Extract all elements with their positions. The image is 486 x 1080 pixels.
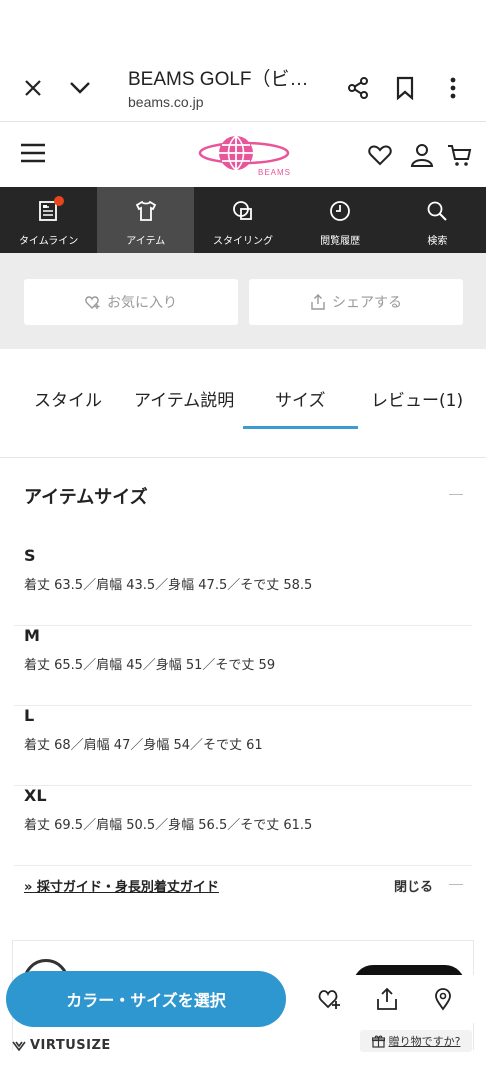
size-row: XL 着丈 69.5／肩幅 50.5／身幅 56.5／そで丈 61.5	[0, 786, 486, 866]
action-band: お気に入り シェアする	[0, 253, 486, 349]
beams-logo[interactable]: BEAMS	[198, 132, 290, 178]
gift-option-button[interactable]: 贈り物ですか?	[360, 1030, 472, 1052]
favorite-label: お気に入り	[107, 295, 177, 311]
page-url[interactable]: beams.co.jp	[128, 94, 203, 110]
share-label: シェアする	[332, 295, 402, 311]
virtusize-logo: VIRTUSIZE	[12, 1038, 111, 1053]
tab-review[interactable]: レビュー(1)	[371, 386, 463, 411]
select-color-size-button[interactable]: カラー・サイズを選択	[6, 971, 286, 1027]
size-row: L 着丈 68／肩幅 47／身幅 54／そで丈 61	[0, 706, 486, 786]
nav-item-items[interactable]: アイテム	[97, 187, 195, 253]
user-icon[interactable]	[409, 142, 435, 168]
size-measurements: 着丈 63.5／肩幅 43.5／身幅 47.5／そで丈 58.5	[24, 578, 313, 593]
size-name: L	[24, 706, 35, 725]
heart-icon[interactable]	[367, 142, 393, 168]
size-row: M 着丈 65.5／肩幅 45／身幅 51／そで丈 59	[0, 626, 486, 706]
nav-label: タイムライン	[18, 236, 79, 247]
size-name: S	[24, 546, 36, 565]
nav-item-styling[interactable]: スタイリング	[194, 187, 291, 253]
nav-label: 閲覧履歴	[320, 236, 361, 247]
divider	[14, 865, 472, 866]
bottom-action-icons	[300, 975, 486, 1023]
site-header: BEAMS	[0, 122, 486, 187]
close-section-button[interactable]: 閉じる	[394, 876, 433, 895]
styling-icon	[233, 201, 252, 220]
hamburger-menu-icon[interactable]	[20, 142, 46, 164]
collapse-icon[interactable]	[449, 884, 463, 885]
browser-toolbar: BEAMS GOLF（ビ… beams.co.jp	[0, 0, 486, 122]
active-tab-indicator	[243, 426, 358, 429]
nav-label: スタイリング	[212, 236, 273, 247]
shirt-icon	[135, 200, 156, 221]
nav-item-timeline[interactable]: タイムライン	[0, 187, 97, 253]
tab-style[interactable]: スタイル	[34, 386, 102, 411]
chevron-down-icon[interactable]	[62, 70, 98, 106]
page-title: BEAMS GOLF（ビ…	[128, 69, 309, 90]
heart-plus-icon	[85, 296, 100, 309]
size-row: S 着丈 63.5／肩幅 43.5／身幅 47.5／そで丈 58.5	[0, 546, 486, 626]
logo-text: BEAMS	[258, 168, 290, 177]
size-name: M	[24, 626, 40, 645]
collapse-icon[interactable]	[449, 494, 463, 495]
virtusize-mark-icon	[12, 1041, 26, 1051]
notification-badge	[54, 196, 64, 206]
close-icon[interactable]	[15, 70, 51, 106]
nav-label: アイテム	[126, 236, 166, 247]
tab-size[interactable]: サイズ	[275, 386, 326, 411]
gift-label: 贈り物ですか?	[388, 1035, 461, 1048]
size-guide-link[interactable]: » 採寸ガイド・身長別着丈ガイド	[24, 876, 219, 895]
nav-label: 検索	[427, 236, 448, 247]
category-nav: タイムライン アイテム スタイリング 閲覧履歴 検索	[0, 187, 486, 253]
size-measurements: 着丈 69.5／肩幅 50.5／身幅 56.5／そで丈 61.5	[24, 818, 313, 833]
search-icon	[427, 201, 448, 221]
favorite-add-icon[interactable]	[318, 987, 342, 1011]
tab-item-description[interactable]: アイテム説明	[134, 386, 234, 411]
section-title: アイテムサイズ	[24, 487, 148, 508]
size-measurements: 着丈 68／肩幅 47／身幅 54／そで丈 61	[24, 738, 263, 753]
upload-share-icon	[311, 294, 325, 310]
bookmark-icon[interactable]	[387, 70, 423, 106]
size-name: XL	[24, 786, 47, 805]
gift-icon	[371, 1035, 385, 1048]
nav-item-history[interactable]: 閲覧履歴	[292, 187, 389, 253]
nav-item-search[interactable]: 検索	[389, 187, 486, 253]
share-icon[interactable]	[340, 70, 376, 106]
share-icon[interactable]	[375, 987, 399, 1011]
clock-icon	[330, 201, 351, 221]
store-location-icon[interactable]	[431, 987, 455, 1011]
cart-icon[interactable]	[447, 142, 473, 168]
detail-tabs: スタイル アイテム説明 サイズ レビュー(1)	[0, 372, 486, 458]
virtusize-label: VIRTUSIZE	[30, 1038, 111, 1053]
favorite-button[interactable]: お気に入り	[24, 279, 238, 325]
more-menu-icon[interactable]	[435, 70, 471, 106]
share-button[interactable]: シェアする	[249, 279, 463, 325]
size-measurements: 着丈 65.5／肩幅 45／身幅 51／そで丈 59	[24, 658, 276, 673]
